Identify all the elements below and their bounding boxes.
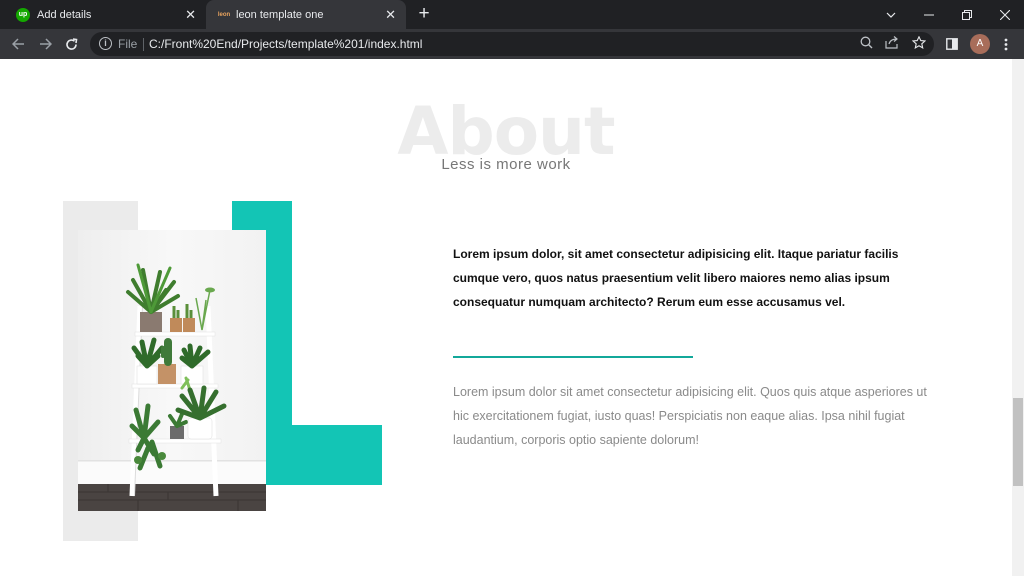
zoom-icon[interactable] [857,36,875,52]
address-bar[interactable]: i File C:/Front%20End/Projects/template%… [90,32,934,56]
bookmark-star-icon[interactable] [910,35,928,52]
side-panel-icon[interactable] [942,34,962,54]
scrollbar-thumb[interactable] [1013,398,1023,486]
avatar[interactable]: A [970,34,990,54]
close-window-icon[interactable] [986,0,1024,29]
new-tab-button[interactable]: + [414,4,434,24]
plant-ladder-photo [78,230,266,511]
tab-search-chevron-down-icon[interactable] [872,0,910,29]
section-divider [453,356,693,358]
browser-toolbar: i File C:/Front%20End/Projects/template%… [0,29,1024,59]
close-icon[interactable]: ✕ [185,7,196,23]
divider [143,38,144,51]
tab-title: leon template one [236,8,324,21]
reload-icon[interactable] [60,33,82,55]
forward-arrow-icon[interactable] [34,33,56,55]
tab-title: Add details [37,8,92,21]
upwork-icon: up [16,7,30,22]
tab-strip: up Add details ✕ leon leon template one … [0,0,1024,29]
minimize-icon[interactable] [910,0,948,29]
page-viewport: About Less is more work Lorem ipsum dolo… [0,59,1012,576]
kebab-menu-icon[interactable] [996,34,1016,54]
info-icon[interactable]: i [99,37,112,50]
protocol-label: File [118,37,138,51]
back-arrow-icon[interactable] [7,33,29,55]
tab-add-details[interactable]: up Add details ✕ [0,0,206,29]
vertical-scrollbar[interactable] [1012,59,1024,576]
lead-paragraph: Lorem ipsum dolor, sit amet consectetur … [453,247,899,309]
close-icon[interactable]: ✕ [385,7,396,23]
section-subheading: Less is more work [441,156,571,173]
tab-leon-template[interactable]: leon leon template one ✕ [206,0,406,29]
url-text[interactable]: C:/Front%20End/Projects/template%201/ind… [149,37,422,51]
restore-icon[interactable] [948,0,986,29]
template-icon: leon [217,11,231,18]
body-paragraph: Lorem ipsum dolor sit amet consectetur a… [453,385,927,447]
share-icon[interactable] [883,36,901,52]
